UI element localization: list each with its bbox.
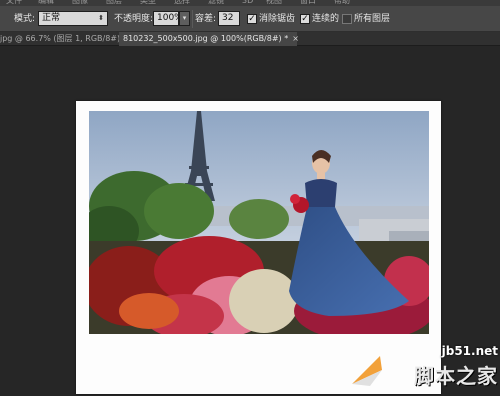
mode-select[interactable]: 正常 ⬍ [38,11,108,26]
watermark-logo-icon [352,356,382,386]
chevron-down-icon: ▾ [182,14,187,22]
tab-label: jpg @ 66.7% (图层 1, RGB/8#) * [0,34,127,43]
opacity-label: 不透明度: [114,14,154,24]
tab-label: 810232_500x500.jpg @ 100%(RGB/8#) * [123,34,289,43]
contiguous-checkbox[interactable]: ✓ [300,14,310,24]
opacity-field[interactable]: 100% [153,11,183,26]
checkmark-icon: ✓ [301,14,309,24]
photo-woman-eiffel-tower[interactable] [89,111,429,334]
divider [192,10,193,28]
watermark-text: 脚本之家 [414,364,498,388]
antialias-checkbox[interactable]: ✓ [247,14,257,24]
tool-options-bar: 模式: 正常 ⬍ 不透明度: 100% ▾ 容差: 32 ✓ 消除锯齿 ✓ 连续… [0,6,500,32]
document-tab-bar: jpg @ 66.7% (图层 1, RGB/8#) *× 810232_500… [0,32,500,46]
watermark-url: jb51.net [441,344,498,358]
tolerance-field[interactable]: 32 [218,11,240,26]
checkmark-icon: ✓ [248,14,256,24]
site-watermark: jb51.net 脚本之家 [352,344,498,394]
antialias-label: 消除锯齿 [259,14,296,24]
document-canvas[interactable]: jb51.net 脚本之家 [0,47,500,396]
all-layers-label: 所有图层 [354,14,391,24]
tolerance-value: 32 [222,13,234,23]
chevron-down-icon: ⬍ [98,14,104,22]
tab-document-2[interactable]: 810232_500x500.jpg @ 100%(RGB/8#) * × [119,32,299,46]
close-icon[interactable]: × [292,34,299,43]
mode-value: 正常 [42,13,61,23]
all-layers-checkbox[interactable] [342,14,352,24]
mode-label: 模式: [14,14,36,24]
tolerance-label: 容差: [195,14,217,24]
tab-document-1[interactable]: jpg @ 66.7% (图层 1, RGB/8#) *× [0,32,137,46]
opacity-dropdown-button[interactable]: ▾ [179,11,190,26]
contiguous-label: 连续的 [312,14,340,24]
